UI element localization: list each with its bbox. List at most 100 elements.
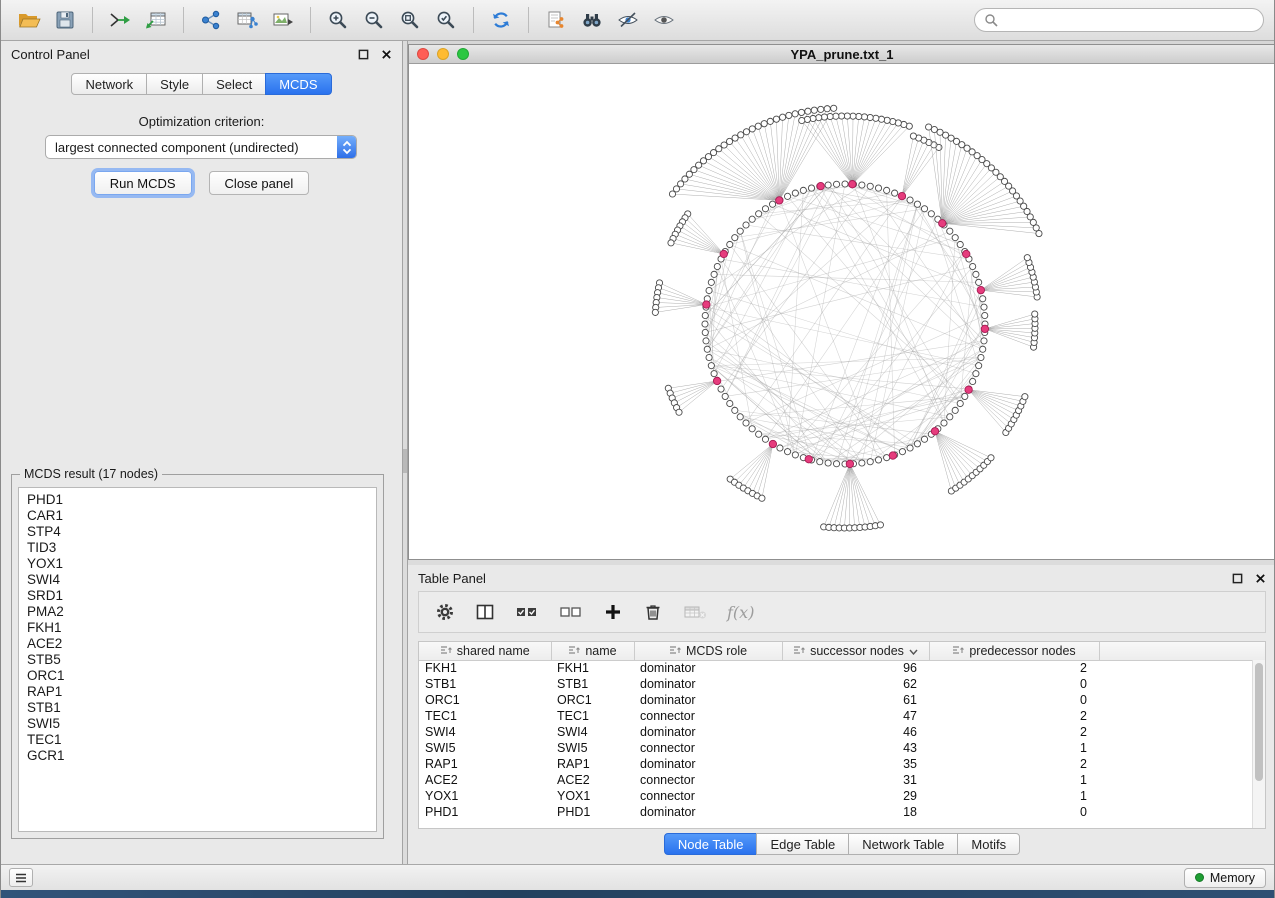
column-sort-icon[interactable]: [793, 644, 805, 658]
column-sort-icon[interactable]: [440, 644, 452, 658]
zoom-out-button[interactable]: [356, 5, 392, 35]
table-cell: 0: [929, 804, 1099, 820]
settings-gear-button[interactable]: [435, 602, 455, 622]
zoom-out-icon: [364, 10, 384, 30]
run-mcds-button[interactable]: Run MCDS: [94, 171, 192, 195]
table-row[interactable]: YOX1YOX1connector291: [419, 788, 1265, 804]
import-network-button[interactable]: [229, 5, 265, 35]
show-graphics-button[interactable]: [646, 5, 682, 35]
import-file-button[interactable]: [102, 5, 138, 35]
search-network-button[interactable]: [574, 5, 610, 35]
delete-columns-icon: [643, 602, 663, 622]
column-header-successor-nodes[interactable]: successor nodes: [782, 642, 929, 660]
table-cell: FKH1: [551, 660, 634, 676]
column-header-label: name: [585, 644, 616, 658]
open-session-button[interactable]: [11, 5, 47, 35]
tab-edge-table[interactable]: Edge Table: [756, 833, 849, 855]
toolbar-separator: [473, 7, 474, 33]
table-row[interactable]: ACE2ACE2connector311: [419, 772, 1265, 788]
search-input[interactable]: [1004, 13, 1254, 28]
table-scrollbar-thumb[interactable]: [1255, 663, 1263, 781]
table-row[interactable]: FKH1FKH1dominator962: [419, 660, 1265, 676]
mcds-result-item[interactable]: SWI4: [27, 572, 376, 588]
table-cell: dominator: [634, 724, 782, 740]
table-row[interactable]: ORC1ORC1dominator610: [419, 692, 1265, 708]
tab-style[interactable]: Style: [146, 73, 203, 95]
tab-network[interactable]: Network: [71, 73, 147, 95]
tab-network-table[interactable]: Network Table: [848, 833, 958, 855]
mcds-result-item[interactable]: PHD1: [27, 492, 376, 508]
close-panel-icon[interactable]: [381, 49, 392, 60]
deselect-all-rows-button[interactable]: [559, 602, 583, 622]
function-builder-button[interactable]: f(x): [727, 603, 754, 622]
mcds-result-item[interactable]: ACE2: [27, 636, 376, 652]
window-minimize-button[interactable]: [437, 48, 449, 60]
control-panel-header: Control Panel: [1, 41, 402, 67]
hide-graphics-button[interactable]: [610, 5, 646, 35]
column-header-name[interactable]: name: [551, 642, 634, 660]
mcds-result-item[interactable]: STB1: [27, 700, 376, 716]
mcds-result-item[interactable]: ORC1: [27, 668, 376, 684]
table-row[interactable]: SWI5SWI5connector431: [419, 740, 1265, 756]
window-close-button[interactable]: [417, 48, 429, 60]
float-table-panel-icon[interactable]: [1232, 573, 1243, 584]
splitter-collapse-handle[interactable]: [403, 449, 407, 473]
mcds-result-item[interactable]: YOX1: [27, 556, 376, 572]
mcds-result-item[interactable]: FKH1: [27, 620, 376, 636]
save-session-button[interactable]: [47, 5, 83, 35]
command-panel-toggle-button[interactable]: [9, 868, 33, 887]
close-mcds-panel-button[interactable]: Close panel: [209, 171, 310, 195]
table-row[interactable]: SWI4SWI4dominator462: [419, 724, 1265, 740]
mcds-result-item[interactable]: RAP1: [27, 684, 376, 700]
import-table-disabled-button[interactable]: [683, 602, 707, 622]
network-canvas[interactable]: [409, 64, 1275, 559]
column-sort-icon[interactable]: [568, 644, 580, 658]
column-visibility-button[interactable]: [475, 602, 495, 622]
tab-mcds[interactable]: MCDS: [265, 73, 331, 95]
mcds-result-item[interactable]: STB5: [27, 652, 376, 668]
network-window-titlebar[interactable]: YPA_prune.txt_1: [409, 45, 1275, 64]
sort-direction-icon[interactable]: [909, 644, 918, 658]
tab-select[interactable]: Select: [202, 73, 266, 95]
mcds-result-item[interactable]: CAR1: [27, 508, 376, 524]
table-cell: PHD1: [419, 804, 551, 820]
mcds-result-item[interactable]: SRD1: [27, 588, 376, 604]
add-column-button[interactable]: [603, 602, 623, 622]
zoom-in-button[interactable]: [320, 5, 356, 35]
close-table-panel-icon[interactable]: [1255, 573, 1266, 584]
column-header-shared-name[interactable]: shared name: [419, 642, 551, 660]
mcds-result-item[interactable]: TEC1: [27, 732, 376, 748]
column-header-predecessor-nodes[interactable]: predecessor nodes: [929, 642, 1099, 660]
table-row[interactable]: RAP1RAP1dominator352: [419, 756, 1265, 772]
mcds-result-item[interactable]: STP4: [27, 524, 376, 540]
column-sort-icon[interactable]: [669, 644, 681, 658]
select-all-rows-button[interactable]: [515, 602, 539, 622]
refresh-layout-button[interactable]: [483, 5, 519, 35]
table-scrollbar[interactable]: [1252, 660, 1265, 828]
mcds-result-item[interactable]: TID3: [27, 540, 376, 556]
float-panel-icon[interactable]: [358, 49, 369, 60]
column-sort-icon[interactable]: [952, 644, 964, 658]
table-cell-filler: [1099, 772, 1265, 788]
mcds-result-item[interactable]: GCR1: [27, 748, 376, 764]
export-image-button[interactable]: [265, 5, 301, 35]
zoom-fit-button[interactable]: [392, 5, 428, 35]
mcds-result-item[interactable]: PMA2: [27, 604, 376, 620]
delete-columns-button[interactable]: [643, 602, 663, 622]
memory-label: Memory: [1210, 871, 1255, 885]
share-document-button[interactable]: [538, 5, 574, 35]
table-row[interactable]: TEC1TEC1connector472: [419, 708, 1265, 724]
memory-button[interactable]: Memory: [1184, 868, 1266, 888]
import-table-button[interactable]: [138, 5, 174, 35]
window-zoom-button[interactable]: [457, 48, 469, 60]
share-network-button[interactable]: [193, 5, 229, 35]
table-row[interactable]: PHD1PHD1dominator180: [419, 804, 1265, 820]
tab-node-table[interactable]: Node Table: [664, 833, 758, 855]
column-header-MCDS-role[interactable]: MCDS role: [634, 642, 782, 660]
zoom-selected-button[interactable]: [428, 5, 464, 35]
tab-motifs[interactable]: Motifs: [957, 833, 1020, 855]
zoom-in-icon: [328, 10, 348, 30]
table-row[interactable]: STB1STB1dominator620: [419, 676, 1265, 692]
criterion-dropdown[interactable]: largest connected component (undirected): [45, 135, 357, 159]
mcds-result-item[interactable]: SWI5: [27, 716, 376, 732]
